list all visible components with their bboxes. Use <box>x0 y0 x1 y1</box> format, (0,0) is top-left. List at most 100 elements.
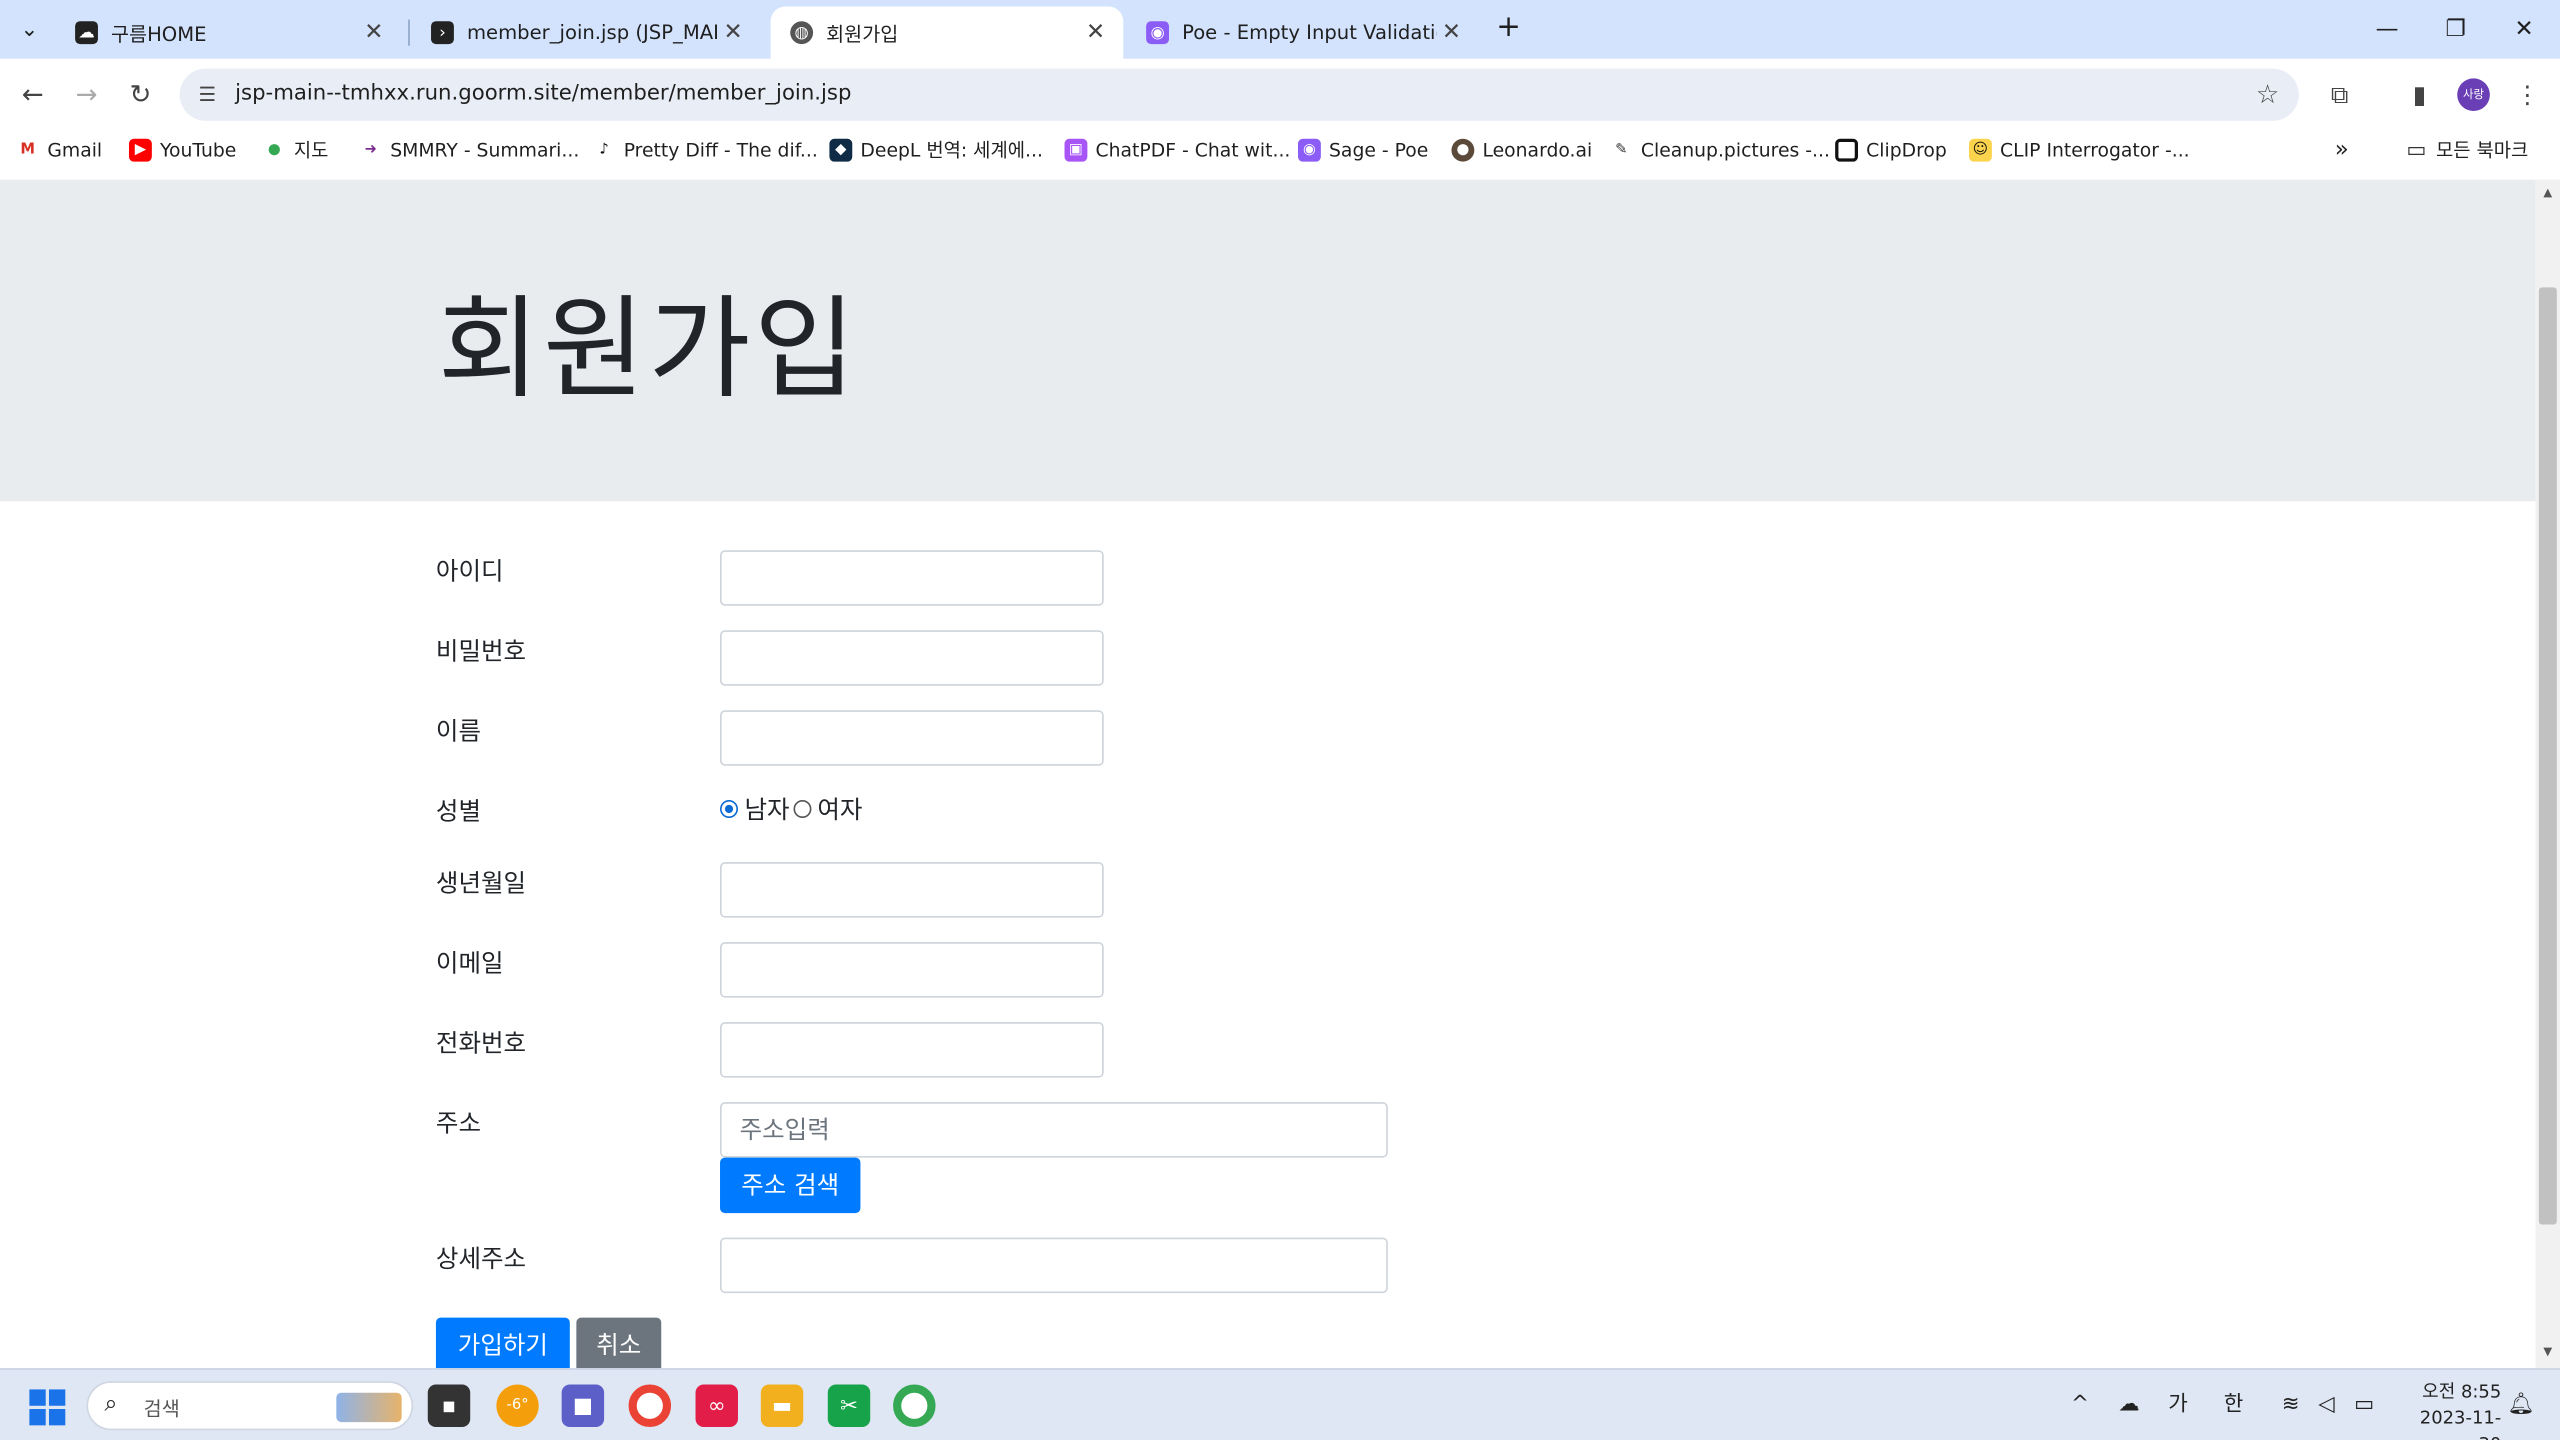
windows-taskbar: ⌕ 검색 ▪ -6° ■ ∞ ▬ ✂ ^ ☁ 가 한 ≋ ◁ ▭ 오전 8:55… <box>0 1368 2560 1440</box>
snipping-tool-icon[interactable]: ✂ <box>827 1384 871 1427</box>
tab-separator <box>408 19 410 46</box>
site-info-icon[interactable]: ☰ <box>193 80 222 109</box>
birth-input[interactable] <box>720 862 1104 918</box>
weather-temp: -6° <box>506 1397 529 1414</box>
teams-icon[interactable]: ■ <box>561 1384 605 1427</box>
birth-label: 생년월일 <box>435 868 527 898</box>
chrome-icon[interactable] <box>628 1384 672 1427</box>
bookmark-label: DeepL 번역: 세계에... <box>860 138 1043 162</box>
submit-button[interactable]: 가입하기 <box>435 1317 570 1369</box>
gender-male-radio[interactable] <box>720 800 738 818</box>
gender-label: 성별 <box>435 796 482 827</box>
gmail-icon: M <box>16 138 40 162</box>
page-viewport: 회원가입 아이디 비밀번호 이름 성별 남자 여자 생년월일 이메일 전화번호 … <box>0 179 2536 1369</box>
bookmark-label: Cleanup.pictures -... <box>1640 138 1830 162</box>
minimize-button[interactable]: — <box>2353 0 2422 59</box>
password-input[interactable] <box>720 630 1104 686</box>
tab-signup[interactable]: ◍ 회원가입 ✕ <box>770 6 1124 59</box>
bookmark-maps[interactable]: ● 지도 <box>262 131 328 170</box>
bookmark-chatpdf[interactable]: ▣ ChatPDF - Chat wit... <box>1064 131 1290 170</box>
tab-poe[interactable]: ◉ Poe - Empty Input Validation ✕ <box>1127 7 1480 59</box>
bookmark-sage-poe[interactable]: ◉ Sage - Poe <box>1297 131 1428 170</box>
notification-bell-icon[interactable]: 🔔︎ <box>2505 1370 2538 1440</box>
close-icon[interactable]: ✕ <box>359 20 388 46</box>
url-text[interactable]: jsp-main--tmhxx.run.goorm.site/member/me… <box>235 69 851 121</box>
scroll-down-icon[interactable]: ▼ <box>2536 1345 2560 1358</box>
hugging-face-icon: ☺ <box>1969 138 1992 162</box>
name-input[interactable] <box>720 710 1104 766</box>
reload-icon[interactable]: ↻ <box>121 75 160 114</box>
creative-cloud-icon[interactable]: ∞ <box>695 1384 738 1427</box>
speaker-muted-icon[interactable]: ◁ <box>2310 1370 2343 1440</box>
ime-mode[interactable]: 가 <box>2162 1370 2195 1440</box>
back-arrow-icon[interactable]: ← <box>13 75 52 114</box>
tab-title: 회원가입 <box>826 22 899 45</box>
bookmark-star-icon[interactable]: ☆ <box>2256 78 2279 109</box>
taskbar-clock[interactable]: 오전 8:55 2023-11-30 <box>2400 1380 2502 1440</box>
password-label: 비밀번호 <box>435 636 527 667</box>
bookmark-leonardo[interactable]: ● Leonardo.ai <box>1451 131 1592 170</box>
search-address-button[interactable]: 주소 검색 <box>720 1157 861 1214</box>
bookmark-cleanup[interactable]: ✎ Cleanup.pictures -... <box>1609 131 1830 170</box>
clock-date: 2023-11-30 <box>2419 1407 2502 1440</box>
bookmark-smmry[interactable]: ➜ SMMRY - Summari... <box>359 131 579 170</box>
globe-icon: ◍ <box>790 21 814 45</box>
tray-chevron-up-icon[interactable]: ^ <box>2065 1370 2094 1440</box>
battery-icon[interactable]: ▭ <box>2346 1370 2382 1440</box>
arrow-right-icon: ➜ <box>359 138 383 162</box>
id-input[interactable] <box>720 550 1104 606</box>
email-input[interactable] <box>720 942 1104 998</box>
cancel-button[interactable]: 취소 <box>576 1317 662 1369</box>
scrollbar-thumb[interactable] <box>2538 287 2557 1225</box>
name-label: 이름 <box>435 716 482 747</box>
bookmark-label: YouTube <box>160 138 237 162</box>
bookmark-gmail[interactable]: M Gmail <box>16 131 102 170</box>
poe-icon: ◉ <box>1146 21 1170 45</box>
profile-avatar[interactable]: 사랑 <box>2457 78 2490 112</box>
new-tab-button[interactable]: + <box>1489 10 1528 49</box>
chrome-profile-icon[interactable] <box>893 1384 936 1427</box>
window-close-button[interactable]: ✕ <box>2490 0 2559 59</box>
address-input[interactable]: 주소입력 <box>720 1102 1388 1158</box>
gender-radio-group: 남자 여자 <box>720 792 862 826</box>
all-bookmarks[interactable]: ▭ 모든 북마크 <box>2404 131 2528 170</box>
id-label: 아이디 <box>435 556 504 587</box>
onedrive-icon[interactable]: ☁ <box>2111 1370 2147 1440</box>
bookmark-deepl[interactable]: ◆ DeepL 번역: 세계에... <box>829 131 1043 170</box>
bookmark-youtube[interactable]: ▶ YouTube <box>128 131 237 170</box>
bookmark-clipdrop[interactable]: ClipDrop <box>1835 131 1947 170</box>
gender-female-radio[interactable] <box>792 800 811 818</box>
forward-arrow-icon[interactable]: → <box>67 75 106 114</box>
extensions-icon[interactable]: ⧉ <box>2320 75 2359 114</box>
ime-language[interactable]: 한 <box>2216 1370 2252 1440</box>
page-scrollbar[interactable]: ▲ ▼ <box>2535 179 2560 1369</box>
tab-goorm-home[interactable]: ☁ 구름HOME ✕ <box>56 7 402 59</box>
bookmark-clip-interrogator[interactable]: ☺ CLIP Interrogator -... <box>1969 131 2190 170</box>
close-icon[interactable]: ✕ <box>1437 20 1466 46</box>
gender-male-label: 남자 <box>744 795 790 825</box>
deepl-icon: ◆ <box>829 138 853 162</box>
windows-start-icon[interactable] <box>29 1389 66 1426</box>
weather-icon[interactable]: -6° <box>496 1384 539 1427</box>
bookmark-label: Gmail <box>47 138 103 162</box>
phone-input[interactable] <box>720 1022 1104 1078</box>
tab-search-button[interactable]: ⌄ <box>10 10 49 49</box>
bookmark-prettydiff[interactable]: ♪ Pretty Diff - The dif... <box>592 131 818 170</box>
close-icon[interactable]: ✕ <box>1081 20 1110 46</box>
close-icon[interactable]: ✕ <box>718 20 747 46</box>
file-explorer-icon[interactable]: ▬ <box>760 1384 804 1427</box>
taskbar-search-text: 검색 <box>143 1397 180 1421</box>
side-panel-icon[interactable]: ▮ <box>2400 75 2439 114</box>
taskbar-search[interactable]: ⌕ 검색 <box>86 1381 414 1431</box>
tab-member-join-jsp[interactable]: › member_join.jsp (JSP_MAIN_20 ✕ <box>411 7 760 59</box>
address-detail-input[interactable] <box>720 1237 1388 1294</box>
scroll-up-icon[interactable]: ▲ <box>2536 186 2560 199</box>
task-view-icon[interactable]: ▪ <box>427 1384 471 1427</box>
restore-button[interactable]: ❐ <box>2421 0 2490 59</box>
bookmark-label: CLIP Interrogator -... <box>2000 138 2190 162</box>
menu-kebab-icon[interactable]: ⋮ <box>2508 75 2547 114</box>
tab-title: Poe - Empty Input Validation <box>1182 21 1437 45</box>
address-bar[interactable]: ☰ jsp-main--tmhxx.run.goorm.site/member/… <box>179 68 2299 121</box>
more-bookmarks-chevron-icon[interactable]: » <box>2335 131 2349 170</box>
wifi-icon[interactable]: ≋ <box>2274 1370 2307 1440</box>
